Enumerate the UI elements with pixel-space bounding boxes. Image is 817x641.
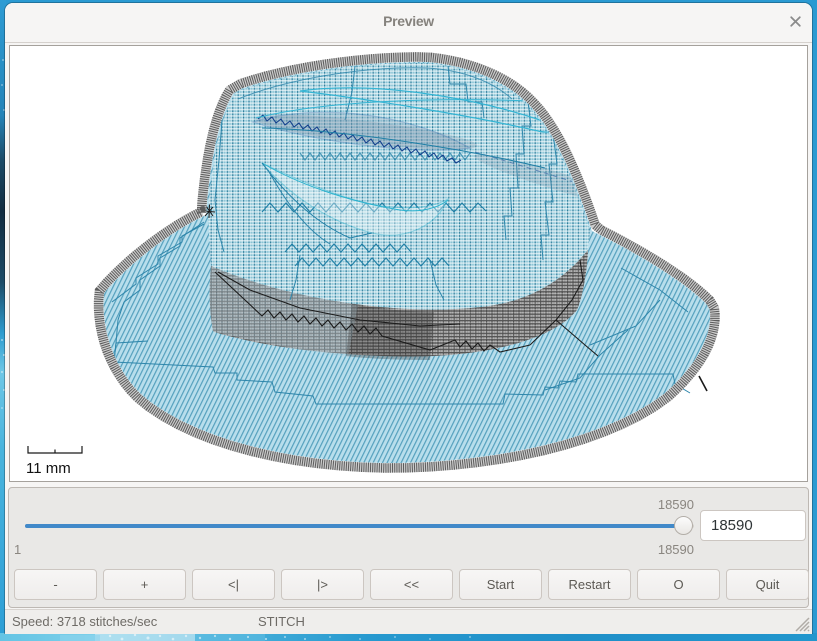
svg-text:11 mm: 11 mm	[26, 460, 71, 477]
